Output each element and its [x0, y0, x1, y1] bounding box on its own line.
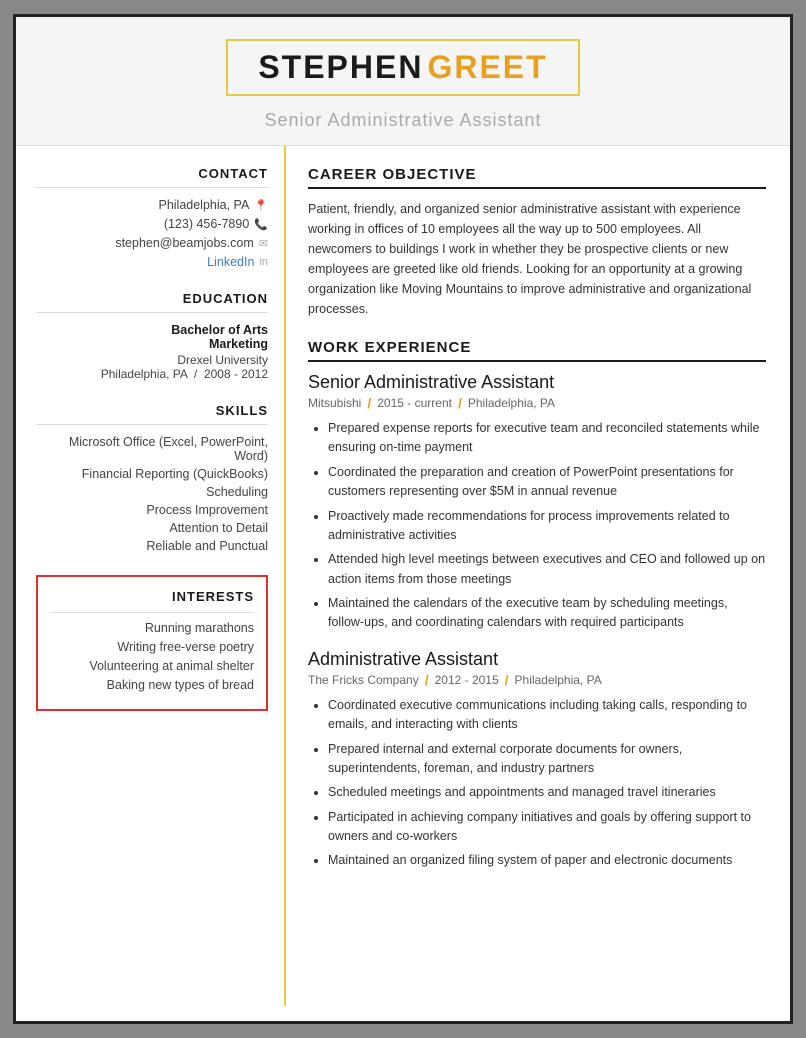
interest-item: Baking new types of bread — [50, 678, 254, 692]
contact-email: stephen@beamjobs.com ✉ — [36, 236, 268, 250]
career-text: Patient, friendly, and organized senior … — [308, 199, 766, 319]
separator: / — [505, 672, 509, 688]
education-section: EDUCATION Bachelor of Arts Marketing Dre… — [36, 291, 268, 381]
contact-section: CONTACT Philadelphia, PA 📍 (123) 456-789… — [36, 166, 268, 269]
main-layout: CONTACT Philadelphia, PA 📍 (123) 456-789… — [16, 146, 790, 1006]
job-bullets: Coordinated executive communications inc… — [308, 696, 766, 871]
skill-item: Process Improvement — [36, 503, 268, 517]
first-name: STEPHEN — [258, 49, 423, 85]
job-meta: Mitsubishi / 2015 - current / Philadelph… — [308, 395, 766, 411]
linkedin-icon: in — [259, 256, 268, 268]
resume-page: STEPHEN GREET Senior Administrative Assi… — [13, 14, 793, 1024]
sidebar: CONTACT Philadelphia, PA 📍 (123) 456-789… — [16, 146, 286, 1006]
work-section: WORK EXPERIENCE Senior Administrative As… — [308, 339, 766, 871]
last-name: GREET — [427, 49, 547, 85]
job-company: The Fricks Company — [308, 673, 419, 687]
separator: / — [458, 395, 462, 411]
skill-item: Scheduling — [36, 485, 268, 499]
career-section-title: CAREER OBJECTIVE — [308, 166, 766, 189]
job-period: 2015 - current — [377, 396, 452, 410]
jobs-container: Senior Administrative Assistant Mitsubish… — [308, 372, 766, 871]
job-location: Philadelphia, PA — [468, 396, 555, 410]
job-position-title: Administrative Assistant — [308, 649, 766, 670]
job-bullets: Prepared expense reports for executive t… — [308, 419, 766, 633]
edu-school: Drexel University — [36, 353, 268, 367]
skills-list: Microsoft Office (Excel, PowerPoint, Wor… — [36, 435, 268, 553]
skill-item: Attention to Detail — [36, 521, 268, 535]
bullet-item: Proactively made recommendations for pro… — [328, 507, 766, 546]
interest-item: Running marathons — [50, 621, 254, 635]
email-icon: ✉ — [259, 237, 268, 250]
edu-details: Philadelphia, PA / 2008 - 2012 — [36, 367, 268, 381]
name-box: STEPHEN GREET — [226, 39, 579, 96]
job-entry: Senior Administrative Assistant Mitsubish… — [308, 372, 766, 633]
phone-icon: 📞 — [254, 218, 268, 231]
interest-item: Volunteering at animal shelter — [50, 659, 254, 673]
skills-section: SKILLS Microsoft Office (Excel, PowerPoi… — [36, 403, 268, 553]
contact-phone: (123) 456-7890 📞 — [36, 217, 268, 231]
job-company: Mitsubishi — [308, 396, 361, 410]
interest-item: Writing free-verse poetry — [50, 640, 254, 654]
job-period: 2012 - 2015 — [435, 673, 499, 687]
skill-item: Reliable and Punctual — [36, 539, 268, 553]
education-title: EDUCATION — [36, 291, 268, 313]
interests-section: INTERESTS Running marathons Writing free-… — [36, 575, 268, 711]
bullet-item: Participated in achieving company initia… — [328, 808, 766, 847]
location-icon: 📍 — [254, 199, 268, 212]
bullet-item: Attended high level meetings between exe… — [328, 550, 766, 589]
work-section-title: WORK EXPERIENCE — [308, 339, 766, 362]
edu-block: Bachelor of Arts Marketing Drexel Univer… — [36, 323, 268, 381]
job-location: Philadelphia, PA — [515, 673, 602, 687]
edu-degree: Bachelor of Arts — [36, 323, 268, 337]
bullet-item: Prepared internal and external corporate… — [328, 740, 766, 779]
contact-linkedin[interactable]: LinkedIn in — [36, 255, 268, 269]
skill-item: Microsoft Office (Excel, PowerPoint, Wor… — [36, 435, 268, 463]
career-section: CAREER OBJECTIVE Patient, friendly, and … — [308, 166, 766, 319]
separator: / — [367, 395, 371, 411]
interests-list: Running marathons Writing free-verse poet… — [50, 621, 254, 692]
bullet-item: Coordinated the preparation and creation… — [328, 463, 766, 502]
separator: / — [425, 672, 429, 688]
job-meta: The Fricks Company / 2012 - 2015 / Phila… — [308, 672, 766, 688]
bullet-item: Coordinated executive communications inc… — [328, 696, 766, 735]
skill-item: Financial Reporting (QuickBooks) — [36, 467, 268, 481]
interests-title: INTERESTS — [50, 589, 254, 613]
bullet-item: Maintained an organized filing system of… — [328, 851, 766, 870]
bullet-item: Scheduled meetings and appointments and … — [328, 783, 766, 802]
bullet-item: Maintained the calendars of the executiv… — [328, 594, 766, 633]
job-position-title: Senior Administrative Assistant — [308, 372, 766, 393]
edu-field: Marketing — [36, 337, 268, 351]
contact-title: CONTACT — [36, 166, 268, 188]
contact-location: Philadelphia, PA 📍 — [36, 198, 268, 212]
header: STEPHEN GREET Senior Administrative Assi… — [16, 17, 790, 146]
bullet-item: Prepared expense reports for executive t… — [328, 419, 766, 458]
job-entry: Administrative Assistant The Fricks Compa… — [308, 649, 766, 871]
job-title-header: Senior Administrative Assistant — [36, 110, 770, 131]
skills-title: SKILLS — [36, 403, 268, 425]
main-content: CAREER OBJECTIVE Patient, friendly, and … — [286, 146, 790, 1006]
